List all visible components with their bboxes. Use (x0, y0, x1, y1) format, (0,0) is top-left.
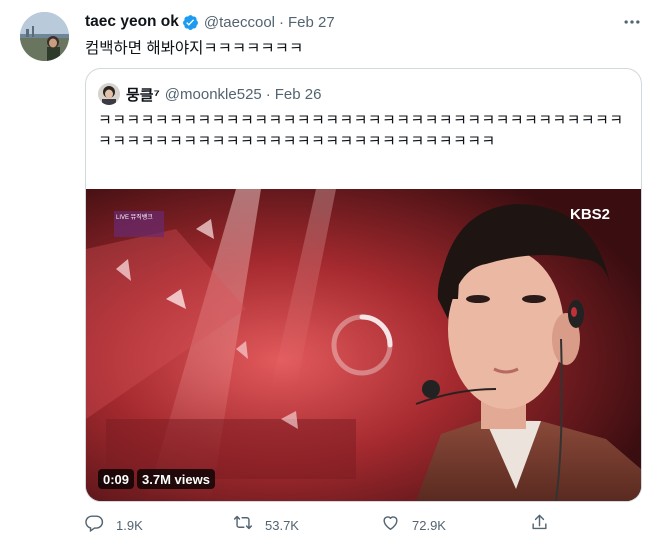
music-bank-logo: LIVE 뮤직뱅크 (116, 213, 153, 221)
heart-icon (381, 513, 400, 537)
like-button[interactable]: 72.9K (381, 514, 446, 536)
retweet-arrows-icon (233, 513, 253, 537)
quoted-separator: · (265, 85, 271, 103)
quoted-date: Feb 26 (274, 85, 322, 103)
verified-badge-icon (182, 14, 199, 31)
video-duration: 0:09 (98, 469, 135, 489)
tweet-header: taec yeon ok @taeccool · Feb 27 (85, 12, 335, 32)
video-thumbnail: KBS2 LIVE 뮤직뱅크 (86, 189, 641, 501)
video-player[interactable]: KBS2 LIVE 뮤직뱅크 0:09 3.7M views (86, 189, 641, 501)
quoted-tweet[interactable]: 뭉클⁷ @moonkle525 · Feb 26 ㅋㅋㅋㅋㅋㅋㅋㅋㅋㅋㅋㅋㅋㅋㅋ… (85, 68, 642, 502)
share-upload-icon (530, 513, 549, 537)
quoted-tweet-text: ㅋㅋㅋㅋㅋㅋㅋㅋㅋㅋㅋㅋㅋㅋㅋㅋㅋㅋㅋㅋㅋㅋㅋㅋㅋㅋㅋㅋㅋㅋㅋㅋㅋㅋㅋㅋㅋㅋㅋㅋ… (98, 112, 624, 150)
quoted-tweet-header: 뭉클⁷ @moonkle525 · Feb 26 (98, 83, 321, 105)
tweet-date[interactable]: Feb 27 (288, 14, 335, 31)
quoted-handle: @moonkle525 (164, 85, 262, 103)
quoted-author-avatar (98, 83, 120, 105)
share-button[interactable] (530, 514, 549, 536)
author-handle[interactable]: @taeccool (204, 14, 275, 31)
video-views: 3.7M views (137, 469, 215, 489)
reply-count: 1.9K (116, 517, 143, 533)
tweet-text: 컴백하면 해봐야지ㅋㅋㅋㅋㅋㅋㅋ (85, 40, 304, 57)
retweet-button[interactable]: 53.7K (233, 514, 299, 536)
more-dots-icon[interactable] (622, 12, 642, 32)
retweet-count: 53.7K (265, 517, 299, 533)
speech-bubble-icon (85, 513, 104, 537)
reply-button[interactable]: 1.9K (85, 514, 143, 536)
action-bar: 1.9K 53.7K 72.9K (85, 514, 565, 536)
like-count: 72.9K (412, 517, 446, 533)
quoted-display-name: 뭉클⁷ (126, 86, 160, 104)
author-avatar[interactable] (20, 12, 69, 61)
header-separator: · (279, 13, 285, 31)
kbs-logo: KBS2 (570, 206, 610, 223)
tweet[interactable]: taec yeon ok @taeccool · Feb 27 컴백하면 해봐야… (0, 0, 659, 544)
author-display-name[interactable]: taec yeon ok (85, 13, 179, 31)
